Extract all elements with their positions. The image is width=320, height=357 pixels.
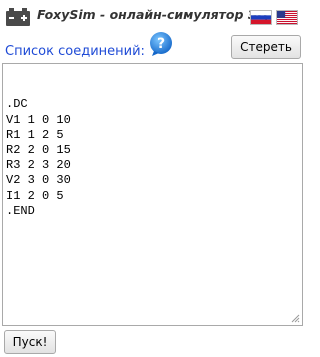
netlist-textarea[interactable]: .DC V1 1 0 10 R1 1 2 5 R2 2 0 15 R3 2 3 … (2, 63, 303, 326)
app-header: FoxySim - онлайн-симулятор ЭЦ (0, 0, 307, 32)
run-button[interactable]: Пуск! (4, 330, 56, 354)
connection-list-label: Список соединений: (5, 44, 145, 59)
us-flag-icon[interactable] (276, 10, 298, 25)
help-icon[interactable]: ? (148, 31, 174, 57)
netlist-text: .DC V1 1 0 10 R1 1 2 5 R2 2 0 15 R3 2 3 … (6, 97, 71, 218)
clear-button[interactable]: Стереть (231, 35, 301, 59)
russian-flag-icon[interactable] (250, 10, 272, 25)
app-title: FoxySim - онлайн-симулятор ЭЦ (37, 7, 269, 22)
svg-text:?: ? (157, 36, 165, 52)
resize-grip-icon[interactable] (291, 314, 300, 323)
battery-icon (6, 8, 30, 26)
